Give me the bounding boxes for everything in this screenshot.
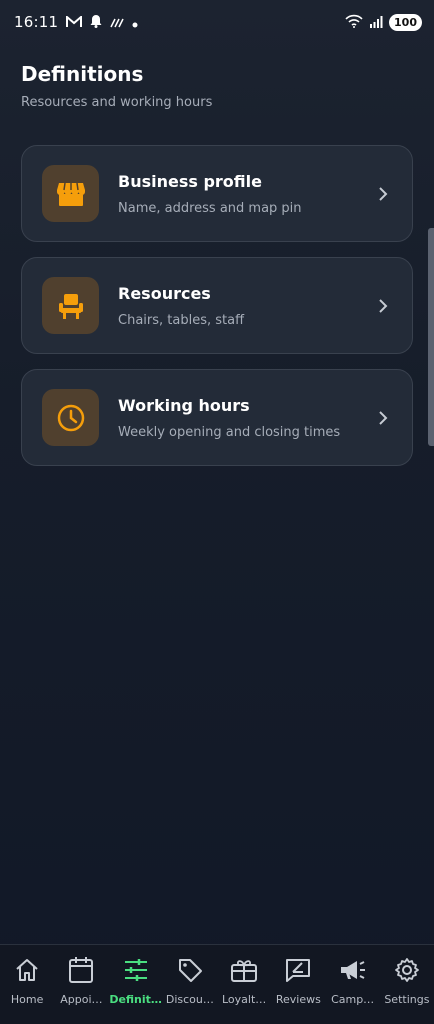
bottom-nav: Home Appoi… Definit… Discou… Loyalt… Rev… — [0, 944, 434, 1024]
card-description: Weekly opening and closing times — [118, 424, 341, 440]
nav-item-settings[interactable]: Settings — [380, 956, 434, 1006]
business-profile-card[interactable]: Business profile Name, address and map p… — [21, 145, 413, 242]
bell-icon — [90, 13, 102, 32]
tag-icon — [176, 956, 204, 984]
battery-indicator: 100 — [389, 13, 422, 31]
page-subtitle: Resources and working hours — [21, 95, 213, 110]
calendar-icon — [67, 956, 95, 984]
nav-item-campaigns[interactable]: Camp… — [326, 956, 380, 1006]
card-description: Chairs, tables, staff — [118, 312, 245, 328]
nav-item-discounts[interactable]: Discou… — [163, 956, 217, 1006]
nav-label: Camp… — [331, 993, 375, 1006]
nav-item-reviews[interactable]: Reviews — [271, 956, 325, 1006]
working-hours-card[interactable]: Working hours Weekly opening and closing… — [21, 369, 413, 466]
status-bar: 16:11 100 — [0, 0, 434, 44]
chevron-right-icon — [374, 409, 392, 427]
page-header: Definitions Resources and working hours — [21, 62, 212, 110]
wifi-icon — [345, 13, 363, 32]
nav-label: Reviews — [275, 993, 321, 1006]
nav-item-loyalty[interactable]: Loyalt… — [217, 956, 271, 1006]
nav-label: Appoi… — [60, 993, 103, 1006]
nav-item-definitions[interactable]: Definit… — [109, 956, 163, 1006]
card-title: Resources — [118, 283, 211, 303]
nav-label: Definit… — [109, 993, 162, 1006]
stripes-icon — [110, 13, 124, 32]
gear-icon — [393, 956, 421, 984]
nav-label: Discou… — [165, 993, 214, 1006]
sliders-icon — [122, 956, 150, 984]
chair-icon — [42, 277, 99, 334]
storefront-icon — [42, 165, 99, 222]
megaphone-icon — [339, 956, 367, 984]
status-time: 16:11 — [14, 13, 59, 31]
gift-card-icon — [230, 956, 258, 984]
signal-icon — [369, 13, 383, 32]
gmail-icon — [66, 13, 83, 32]
nav-item-appointments[interactable]: Appoi… — [54, 956, 108, 1006]
scroll-indicator[interactable] — [428, 228, 434, 446]
nav-label: Loyalt… — [221, 993, 267, 1006]
nav-label: Settings — [384, 993, 430, 1006]
clock-icon — [42, 389, 99, 446]
nav-label: Home — [10, 993, 44, 1006]
review-icon — [284, 956, 312, 984]
nav-item-home[interactable]: Home — [0, 956, 54, 1006]
resources-card[interactable]: Resources Chairs, tables, staff — [21, 257, 413, 354]
chevron-right-icon — [374, 185, 392, 203]
dot-icon — [132, 13, 138, 32]
card-title: Working hours — [118, 395, 250, 415]
card-title: Business profile — [118, 171, 262, 191]
definitions-list: Business profile Name, address and map p… — [21, 145, 413, 481]
card-description: Name, address and map pin — [118, 200, 302, 216]
home-icon — [13, 956, 41, 984]
page-title: Definitions — [21, 62, 144, 86]
chevron-right-icon — [374, 297, 392, 315]
